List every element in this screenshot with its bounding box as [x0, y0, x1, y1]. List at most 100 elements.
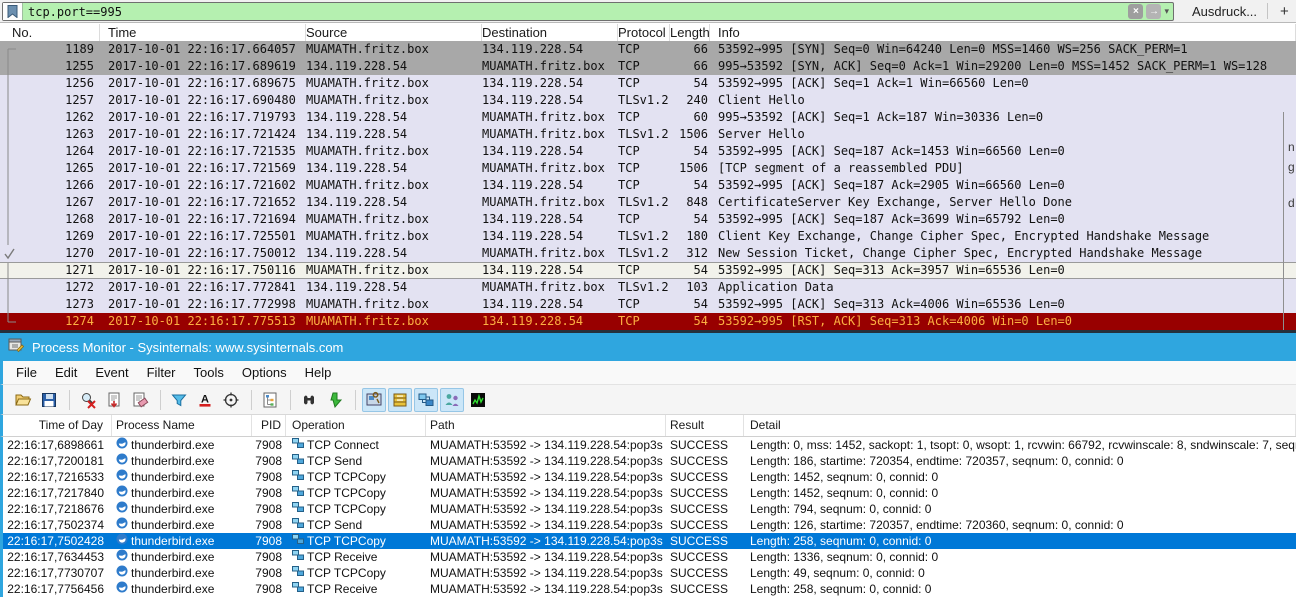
cell-pid: 7908 — [252, 501, 286, 517]
show-registry-button[interactable] — [362, 388, 386, 412]
find-button[interactable] — [297, 388, 321, 412]
column-header-pid[interactable]: PID — [252, 415, 286, 436]
cell-result: SUCCESS — [666, 485, 744, 501]
show-profiling-button[interactable] — [466, 388, 490, 412]
filter-bookmark-icon[interactable] — [3, 3, 23, 20]
column-header-protocol[interactable]: Protocol — [618, 24, 670, 41]
column-header-time-of-day[interactable]: Time of Day — [3, 415, 112, 436]
cell-length: 312 — [670, 245, 710, 262]
event-row[interactable]: 22:16:17,7634453thunderbird.exe7908TCP R… — [3, 549, 1296, 565]
cell-detail: Length: 258, seqnum: 0, connid: 0 — [744, 533, 1296, 549]
column-header-length[interactable]: Length — [670, 24, 710, 41]
cell-length: 60 — [670, 109, 710, 126]
related-packets-indicator — [0, 228, 20, 245]
autoscroll-button[interactable] — [102, 388, 126, 412]
column-header-no[interactable]: No. — [0, 24, 100, 41]
column-header-process-name[interactable]: Process Name — [112, 415, 252, 436]
packet-row[interactable]: 12732017-10-01 22:16:17.772998MUAMATH.fr… — [0, 296, 1296, 313]
save-button[interactable] — [37, 388, 61, 412]
menu-file[interactable]: File — [7, 363, 46, 382]
event-row[interactable]: 22:16:17,7502374thunderbird.exe7908TCP S… — [3, 517, 1296, 533]
packet-row[interactable]: 12552017-10-01 22:16:17.689619134.119.22… — [0, 58, 1296, 75]
column-header-time[interactable]: Time — [100, 24, 306, 41]
menu-options[interactable]: Options — [233, 363, 296, 382]
filter-apply-button[interactable]: → — [1146, 4, 1161, 19]
add-filter-button-button[interactable]: + — [1268, 3, 1296, 20]
column-header-result[interactable]: Result — [666, 415, 744, 436]
highlight-button[interactable]: A — [193, 388, 217, 412]
packet-row[interactable]: 12562017-10-01 22:16:17.689675MUAMATH.fr… — [0, 75, 1296, 92]
edge-text-fragment: g — [1288, 160, 1295, 174]
event-row[interactable]: 22:16:17,7756456thunderbird.exe7908TCP R… — [3, 581, 1296, 597]
cell-source: 134.119.228.54 — [306, 109, 482, 126]
event-row[interactable]: 22:16:17,7502428thunderbird.exe7908TCP T… — [3, 533, 1296, 549]
cell-no: 1256 — [20, 75, 100, 92]
process-tree-button[interactable] — [258, 388, 282, 412]
open-file-button[interactable] — [11, 388, 35, 412]
show-network-button[interactable] — [414, 388, 438, 412]
event-row[interactable]: 22:16:17,7200181thunderbird.exe7908TCP S… — [3, 453, 1296, 469]
cell-no: 1272 — [20, 279, 100, 296]
column-header-info[interactable]: Info — [710, 24, 1296, 41]
clear-button[interactable] — [128, 388, 152, 412]
packet-row[interactable]: 12662017-10-01 22:16:17.721602MUAMATH.fr… — [0, 177, 1296, 194]
event-row[interactable]: 22:16:17,7216533thunderbird.exe7908TCP T… — [3, 469, 1296, 485]
packet-row[interactable]: 12712017-10-01 22:16:17.750116MUAMATH.fr… — [0, 262, 1296, 279]
cell-path: MUAMATH:53592 -> 134.119.228.54:pop3s — [426, 517, 666, 533]
packet-row[interactable]: 12632017-10-01 22:16:17.721424134.119.22… — [0, 126, 1296, 143]
column-header-destination[interactable]: Destination — [482, 24, 618, 41]
packet-row[interactable]: 12692017-10-01 22:16:17.725501MUAMATH.fr… — [0, 228, 1296, 245]
packet-row[interactable]: 12652017-10-01 22:16:17.721569134.119.22… — [0, 160, 1296, 177]
packet-row[interactable]: 12722017-10-01 22:16:17.772841134.119.22… — [0, 279, 1296, 296]
packet-row[interactable]: 12572017-10-01 22:16:17.690480MUAMATH.fr… — [0, 92, 1296, 109]
packet-row[interactable]: 12672017-10-01 22:16:17.721652134.119.22… — [0, 194, 1296, 211]
event-row[interactable]: 22:16:17,7218676thunderbird.exe7908TCP T… — [3, 501, 1296, 517]
cell-source: 134.119.228.54 — [306, 58, 482, 75]
cell-operation: TCP Connect — [286, 437, 426, 453]
related-packets-indicator — [0, 313, 20, 330]
menu-filter[interactable]: Filter — [138, 363, 185, 382]
process-name-text: thunderbird.exe — [131, 549, 214, 565]
cell-no: 1269 — [20, 228, 100, 245]
filter-clear-button[interactable]: × — [1128, 4, 1143, 19]
cell-length: 103 — [670, 279, 710, 296]
filter-history-caret-icon[interactable]: ▾ — [1164, 6, 1169, 17]
show-process-button[interactable] — [440, 388, 464, 412]
packet-row[interactable]: 12702017-10-01 22:16:17.750012134.119.22… — [0, 245, 1296, 262]
expression-button[interactable]: Ausdruck... — [1182, 4, 1267, 19]
menu-tools[interactable]: Tools — [185, 363, 233, 382]
menu-edit[interactable]: Edit — [46, 363, 86, 382]
cell-length: 1506 — [670, 126, 710, 143]
filter-button[interactable] — [167, 388, 191, 412]
procmon-titlebar[interactable]: Process Monitor - Sysinternals: www.sysi… — [0, 333, 1296, 361]
column-header-source[interactable]: Source — [306, 24, 482, 41]
cell-info: [TCP segment of a reassembled PDU] — [710, 160, 1296, 177]
menu-event[interactable]: Event — [86, 363, 137, 382]
process-name-text: thunderbird.exe — [131, 469, 214, 485]
jump-to-button[interactable] — [323, 388, 347, 412]
column-header-path[interactable]: Path — [426, 415, 666, 436]
display-filter-input[interactable]: tcp.port==995 × → ▾ — [2, 2, 1174, 21]
cell-detail: Length: 794, seqnum: 0, connid: 0 — [744, 501, 1296, 517]
packet-row[interactable]: 11892017-10-01 22:16:17.664057MUAMATH.fr… — [0, 41, 1296, 58]
packet-row[interactable]: 12682017-10-01 22:16:17.721694MUAMATH.fr… — [0, 211, 1296, 228]
capture-button[interactable] — [76, 388, 100, 412]
toolbar-separator — [69, 390, 70, 410]
packet-row[interactable]: 12622017-10-01 22:16:17.719793134.119.22… — [0, 109, 1296, 126]
cell-source: MUAMATH.fritz.box — [306, 177, 482, 194]
thunderbird-icon — [116, 501, 128, 517]
column-header-detail[interactable]: Detail — [744, 415, 1296, 436]
column-header-operation[interactable]: Operation — [286, 415, 426, 436]
cell-process-name: thunderbird.exe — [112, 517, 252, 533]
show-filesystem-button[interactable] — [388, 388, 412, 412]
packet-row[interactable]: 12742017-10-01 22:16:17.775513MUAMATH.fr… — [0, 313, 1296, 330]
event-row[interactable]: 22:16:17,6898661thunderbird.exe7908TCP C… — [3, 437, 1296, 453]
related-packets-indicator — [0, 41, 20, 58]
menu-help[interactable]: Help — [296, 363, 341, 382]
packet-row[interactable]: 12642017-10-01 22:16:17.721535MUAMATH.fr… — [0, 143, 1296, 160]
cell-result: SUCCESS — [666, 581, 744, 597]
filter-text[interactable]: tcp.port==995 — [28, 5, 1128, 19]
event-row[interactable]: 22:16:17,7730707thunderbird.exe7908TCP T… — [3, 565, 1296, 581]
include-process-button[interactable] — [219, 388, 243, 412]
event-row[interactable]: 22:16:17,7217840thunderbird.exe7908TCP T… — [3, 485, 1296, 501]
